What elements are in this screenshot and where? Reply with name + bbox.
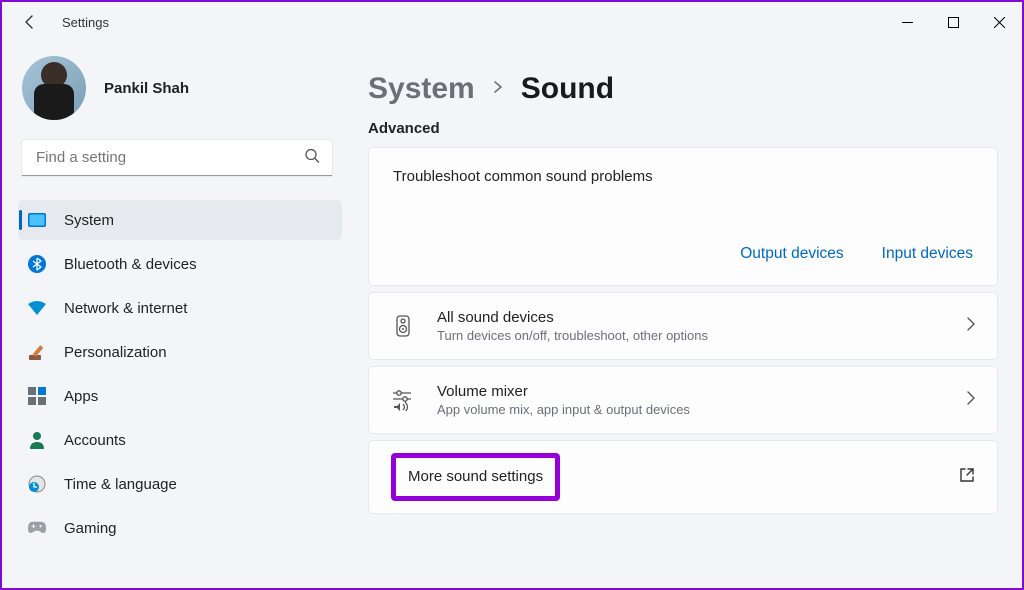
list-item-title: Volume mixer [437,383,945,400]
profile-section[interactable]: Pankil Shah [22,56,342,120]
sidebar-item-label: Bluetooth & devices [64,256,197,273]
sidebar-item-label: Time & language [64,476,177,493]
chevron-right-icon [967,391,975,410]
highlight-annotation: More sound settings [391,453,560,501]
input-devices-link[interactable]: Input devices [882,245,973,263]
arrow-left-icon [22,14,38,30]
output-devices-link[interactable]: Output devices [740,245,843,263]
volume-mixer-icon [391,389,415,411]
accounts-icon [28,431,46,449]
sidebar-item-label: System [64,212,114,229]
close-icon [994,17,1005,28]
system-icon [28,211,46,229]
troubleshoot-card: Troubleshoot common sound problems Outpu… [368,147,998,286]
window-title: Settings [62,15,109,30]
speaker-icon [391,315,415,337]
profile-name: Pankil Shah [104,80,189,97]
more-sound-settings-item[interactable]: More sound settings [368,440,998,514]
all-sound-devices-item[interactable]: All sound devices Turn devices on/off, t… [368,292,998,360]
network-icon [28,299,46,317]
sidebar-item-personalization[interactable]: Personalization [18,332,342,372]
maximize-button[interactable] [930,5,976,39]
sidebar-item-accounts[interactable]: Accounts [18,420,342,460]
list-item-title: More sound settings [408,468,543,485]
minimize-button[interactable] [884,5,930,39]
bluetooth-icon [28,255,46,273]
sidebar-item-gaming[interactable]: Gaming [18,508,342,548]
sidebar: Pankil Shah System Bluetooth & devices N… [2,42,352,588]
gaming-icon [28,519,46,537]
maximize-icon [948,17,959,28]
troubleshoot-title: Troubleshoot common sound problems [393,168,973,185]
sidebar-item-label: Accounts [64,432,126,449]
back-button[interactable] [22,14,38,30]
chevron-right-icon [967,317,975,336]
content-area: System Sound Advanced Troubleshoot commo… [352,42,1022,588]
titlebar: Settings [2,2,1022,42]
avatar [22,56,86,120]
list-item-subtitle: Turn devices on/off, troubleshoot, other… [437,328,945,343]
sidebar-item-label: Apps [64,388,98,405]
sidebar-nav: System Bluetooth & devices Network & int… [18,200,342,548]
personalization-icon [28,343,46,361]
chevron-right-icon [493,79,503,99]
sidebar-item-time-language[interactable]: Time & language [18,464,342,504]
list-item-title: All sound devices [437,309,945,326]
popout-icon [959,467,975,488]
minimize-icon [902,17,913,28]
list-item-subtitle: App volume mix, app input & output devic… [437,402,945,417]
sidebar-item-network[interactable]: Network & internet [18,288,342,328]
sidebar-item-bluetooth[interactable]: Bluetooth & devices [18,244,342,284]
breadcrumb: System Sound [368,72,998,106]
window-controls [884,5,1022,39]
sidebar-item-system[interactable]: System [18,200,342,240]
sidebar-item-label: Personalization [64,344,167,361]
section-title: Advanced [368,120,998,137]
breadcrumb-parent[interactable]: System [368,72,475,106]
volume-mixer-item[interactable]: Volume mixer App volume mix, app input &… [368,366,998,434]
apps-icon [28,387,46,405]
breadcrumb-current: Sound [521,72,614,106]
sidebar-item-apps[interactable]: Apps [18,376,342,416]
sidebar-item-label: Network & internet [64,300,187,317]
close-button[interactable] [976,5,1022,39]
time-icon [28,475,46,493]
search-icon [304,148,320,169]
search-input[interactable] [22,140,332,176]
sidebar-item-label: Gaming [64,520,117,537]
search-field-container [22,140,332,176]
